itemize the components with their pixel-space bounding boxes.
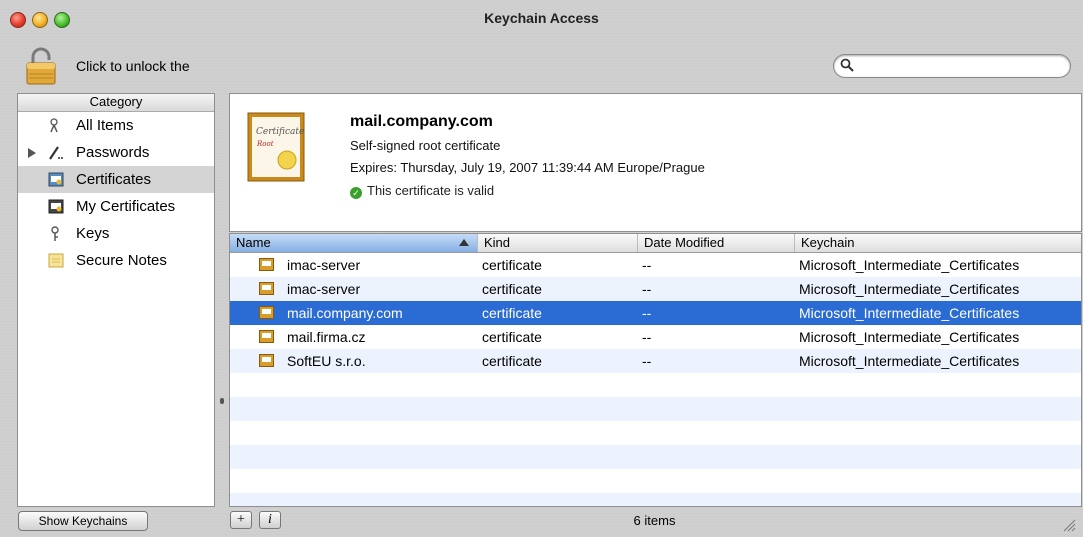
row-date: -- [642,305,652,321]
sidebar-label-all-items: All Items [76,117,134,134]
column-header-kind[interactable]: Kind [478,234,638,252]
show-keychains-button[interactable]: Show Keychains [18,511,148,531]
sidebar-item-keys[interactable]: Keys [18,220,214,247]
row-name: imac-server [287,281,361,297]
table-row[interactable]: imac-server certificate -- Microsoft_Int… [230,277,1081,301]
unlock-label[interactable]: Click to unlock the [76,58,190,74]
sidebar-label-certificates: Certificates [76,171,152,188]
category-header: Category [18,94,214,112]
note-icon [48,253,64,268]
sidebar-label-keys: Keys [76,225,110,242]
certificate-icon [259,258,274,271]
lock-icon[interactable] [24,47,58,85]
row-keychain: Microsoft_Intermediate_Certificates [799,353,1020,369]
key-icon [51,226,59,241]
cert-image-subtitle: Root [256,140,274,148]
row-kind: certificate [482,281,542,297]
certificate-status: ✓ This certificate is valid [350,183,494,199]
table-header: Name Kind Date Modified Keychain [230,234,1081,253]
sidebar-item-my-certificates[interactable]: My Certificates [18,193,214,220]
certificate-icon [259,330,274,343]
item-count: 6 items [633,513,676,528]
row-keychain: Microsoft_Intermediate_Certificates [799,305,1020,321]
row-date: -- [642,329,652,345]
certificates-table: Name Kind Date Modified Keychain imac-se… [229,233,1082,507]
certificate-type: Self-signed root certificate [350,138,501,153]
certificate-status-text: This certificate is valid [367,183,495,198]
column-header-keychain[interactable]: Keychain [795,234,1081,252]
search-input[interactable] [858,57,1062,75]
empty-row [230,421,1081,445]
table-row[interactable]: imac-server certificate -- Microsoft_Int… [230,253,1081,277]
valid-check-icon: ✓ [350,187,362,199]
row-keychain: Microsoft_Intermediate_Certificates [799,281,1020,297]
certificate-icon [48,172,64,187]
row-kind: certificate [482,257,542,273]
sort-ascending-icon [459,239,469,246]
sidebar-item-certificates[interactable]: Certificates [18,166,214,193]
key-ring-icon [50,118,58,133]
certificate-icon [259,354,274,367]
table-row[interactable]: SoftEU s.r.o. certificate -- Microsoft_I… [230,349,1081,373]
row-name: SoftEU s.r.o. [287,353,366,369]
window-title: Keychain Access [484,10,599,26]
row-name: mail.firma.cz [287,329,366,345]
row-name: mail.company.com [287,305,403,321]
table-rows: imac-server certificate -- Microsoft_Int… [230,253,1081,506]
row-date: -- [642,257,652,273]
pen-icon [49,146,63,160]
status-bar: + i 6 items [229,508,1080,534]
sidebar-item-passwords[interactable]: Passwords [18,139,214,166]
certificate-icon [259,306,274,319]
row-kind: certificate [482,305,542,321]
sidebar-item-all-items[interactable]: All Items [18,112,214,139]
empty-row [230,397,1081,421]
sidebar-label-my-certificates: My Certificates [76,198,176,215]
row-kind: certificate [482,353,542,369]
empty-row [230,493,1081,506]
certificate-expiry: Expires: Thursday, July 19, 2007 11:39:4… [350,160,705,175]
category-sidebar: Category All Items Passwords Certificate… [17,93,215,507]
empty-row [230,373,1081,397]
splitter-handle[interactable] [220,398,224,404]
my-certificate-icon [48,199,64,214]
table-row-selected[interactable]: mail.company.com certificate -- Microsof… [230,301,1081,325]
cert-image-title: Certificate [256,127,304,137]
search-field[interactable] [833,54,1071,78]
column-header-name[interactable]: Name [230,234,478,252]
row-kind: certificate [482,329,542,345]
sidebar-label-secure-notes: Secure Notes [76,252,167,269]
sidebar-label-passwords: Passwords [76,144,150,161]
row-keychain: Microsoft_Intermediate_Certificates [799,257,1020,273]
disclosure-triangle-icon[interactable] [28,148,36,158]
row-keychain: Microsoft_Intermediate_Certificates [799,329,1020,345]
row-date: -- [642,281,652,297]
search-icon [840,58,854,72]
certificate-name: mail.company.com [350,113,493,130]
row-date: -- [642,353,652,369]
title-bar: Keychain Access [0,0,1083,40]
column-header-date-modified[interactable]: Date Modified [638,234,795,252]
certificate-icon [259,282,274,295]
certificate-detail-panel: Certificate Root mail.company.com Self-s… [229,93,1082,232]
keychain-window: Keychain Access Click to unlock the Cate… [0,0,1083,537]
row-name: imac-server [287,257,361,273]
sidebar-item-secure-notes[interactable]: Secure Notes [18,247,214,274]
empty-row [230,469,1081,493]
certificate-image-icon: Certificate Root [247,112,305,182]
resize-grip-icon[interactable] [1062,518,1076,532]
table-row[interactable]: mail.firma.cz certificate -- Microsoft_I… [230,325,1081,349]
empty-row [230,445,1081,469]
